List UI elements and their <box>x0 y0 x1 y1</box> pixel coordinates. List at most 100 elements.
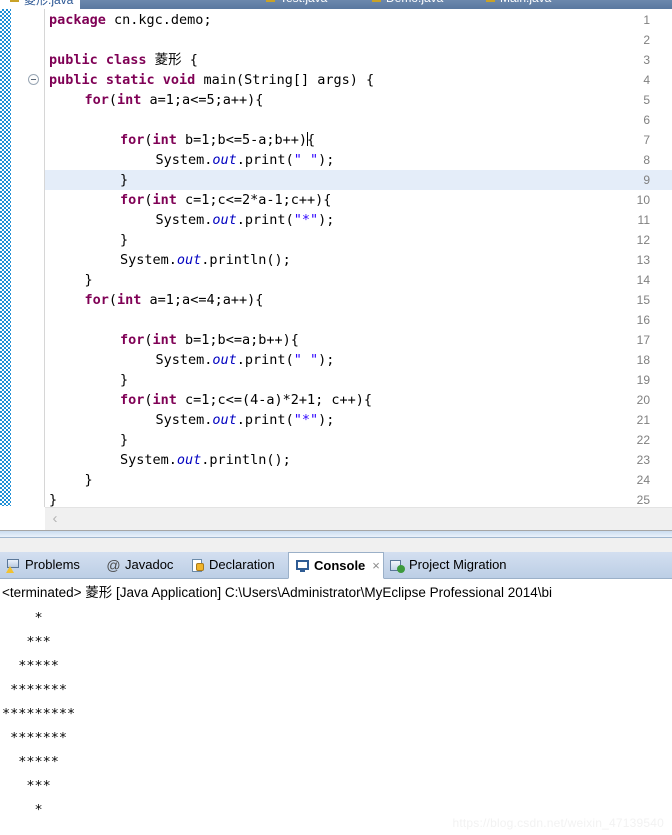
code-field: out <box>176 252 202 268</box>
editor-tab-2[interactable]: Demo.java <box>386 0 443 5</box>
code-line[interactable]: System.out.println(); <box>45 450 291 470</box>
code-keyword: int <box>152 132 177 148</box>
console-output-text[interactable]: * *** ***** ******* ********* ******* ***… <box>2 606 670 822</box>
code-keyword: for <box>120 392 145 408</box>
code-line[interactable]: } <box>45 230 128 250</box>
java-file-icon <box>372 0 381 2</box>
editor-tab-0[interactable]: 菱形.java <box>24 0 73 8</box>
code-text: ( <box>144 192 153 208</box>
code-keyword: public static void <box>49 72 196 88</box>
console-view-tabbar: Problems @ Javadoc Declaration Console × Proje… <box>0 552 672 579</box>
code-editor[interactable]: 1 2 3 4 5 6 7 8 9 10 11 12 13 14 15 16 17 18 19 20 21 22 23 24 2… <box>0 9 672 531</box>
code-line[interactable]: System.out.print(" "); <box>45 150 335 170</box>
code-line[interactable]: for(int c=1;c<=(4-a)*2+1; c++){ <box>45 390 372 410</box>
code-string: " " <box>293 152 319 168</box>
code-line[interactable]: } <box>45 430 128 450</box>
editor-tab-3[interactable]: Main.java <box>500 0 551 5</box>
fold-collapse-icon[interactable] <box>28 74 39 85</box>
code-line[interactable]: System.out.print("*"); <box>45 210 335 230</box>
console-output-line: * <box>2 610 43 626</box>
code-text: ); <box>318 152 335 168</box>
code-keyword: public class <box>49 52 147 68</box>
editor-scroll-corner <box>0 507 45 530</box>
editor-tab-strip: 菱形.java Test.java Demo.java Main.java <box>0 0 672 9</box>
code-line[interactable]: for(int a=1;a<=4;a++){ <box>45 290 264 310</box>
console-output-line: ********* <box>2 706 76 722</box>
code-string: " " <box>293 352 319 368</box>
migration-icon <box>390 558 405 573</box>
editor-tab-1[interactable]: Test.java <box>280 0 327 5</box>
console-view-tab-javadoc[interactable]: @ Javadoc <box>100 552 184 578</box>
code-text: System. <box>155 352 213 368</box>
code-line[interactable]: public static void main(String[] args) { <box>45 70 374 90</box>
close-tab-icon[interactable]: × <box>372 558 380 573</box>
code-keyword: for <box>120 132 145 148</box>
code-text: 菱形 { <box>146 52 198 68</box>
code-text: b=1;b<=5-a;b++) <box>176 132 307 148</box>
console-output-line: ***** <box>2 658 59 674</box>
code-line[interactable]: System.out.print(" "); <box>45 350 335 370</box>
view-sash-divider[interactable] <box>0 530 672 554</box>
code-field: out <box>212 352 237 368</box>
code-keyword: int <box>152 192 177 208</box>
code-text: .print( <box>236 152 294 168</box>
code-text: ); <box>318 212 335 228</box>
code-line[interactable]: for(int b=1;b<=a;b++){ <box>45 330 299 350</box>
line-number-gutter <box>11 9 41 530</box>
code-line[interactable] <box>45 30 49 50</box>
code-keyword: int <box>152 392 177 408</box>
code-text: } <box>49 492 58 508</box>
scroll-left-arrow-icon[interactable]: ‹ <box>47 511 63 527</box>
console-view-tab-problems[interactable]: Problems <box>0 552 100 578</box>
code-text: ( <box>108 292 118 308</box>
code-line[interactable]: } <box>45 170 128 190</box>
code-line[interactable]: public class 菱形 { <box>45 50 198 70</box>
code-text: ( <box>108 92 118 108</box>
code-text: .println(); <box>201 252 291 268</box>
code-text: System. <box>120 252 177 268</box>
code-text: } <box>84 272 93 288</box>
code-keyword: for <box>84 92 109 108</box>
javadoc-at-icon: @ <box>106 556 121 573</box>
sash-bottom-border <box>0 537 672 538</box>
code-text: System. <box>120 452 177 468</box>
tab-label: Declaration <box>209 557 275 572</box>
code-text: main(String[] args) { <box>195 72 375 88</box>
code-line[interactable]: package cn.kgc.demo; <box>45 10 212 30</box>
code-text: .println(); <box>201 452 291 468</box>
code-line[interactable]: } <box>45 470 93 490</box>
console-output-line: ***** <box>2 754 59 770</box>
code-line[interactable]: for(int b=1;b<=5-a;b++){ <box>45 130 315 150</box>
code-text: ( <box>144 392 153 408</box>
console-icon <box>295 558 310 573</box>
editor-horizontal-scrollbar[interactable]: ‹ <box>45 507 672 531</box>
code-line[interactable] <box>45 110 49 130</box>
code-keyword: package <box>49 12 106 28</box>
tab-label: Console <box>314 557 366 573</box>
code-text: ); <box>318 352 335 368</box>
code-line[interactable] <box>45 310 49 330</box>
console-view-tab-declaration[interactable]: Declaration <box>184 552 288 578</box>
code-keyword: for <box>120 192 145 208</box>
console-view-tab-console[interactable]: Console × <box>288 552 384 579</box>
code-line[interactable]: } <box>45 270 93 290</box>
code-text: { <box>306 132 316 148</box>
code-line[interactable]: for(int a=1;a<=5;a++){ <box>45 90 264 110</box>
code-text-area[interactable]: package cn.kgc.demo; public class 菱形 {pub… <box>45 9 672 530</box>
code-line[interactable]: System.out.println(); <box>45 250 291 270</box>
console-output-line: ******* <box>2 682 68 698</box>
console-view-tab-project-migration[interactable]: Project Migration <box>384 552 520 578</box>
java-file-icon <box>266 0 275 2</box>
code-line[interactable]: for(int c=1;c<=2*a-1;c++){ <box>45 190 331 210</box>
tab-label: Problems <box>25 557 80 572</box>
annotation-overview-strip[interactable] <box>0 9 11 530</box>
code-line[interactable]: } <box>45 370 128 390</box>
code-text: cn.kgc.demo; <box>105 12 212 28</box>
code-text: } <box>120 372 129 388</box>
code-text: } <box>120 432 129 448</box>
code-field: out <box>212 212 237 228</box>
code-text: .print( <box>236 212 294 228</box>
console-output-line: *** <box>2 634 51 650</box>
code-line[interactable]: System.out.print("*"); <box>45 410 335 430</box>
code-text: ( <box>144 132 153 148</box>
